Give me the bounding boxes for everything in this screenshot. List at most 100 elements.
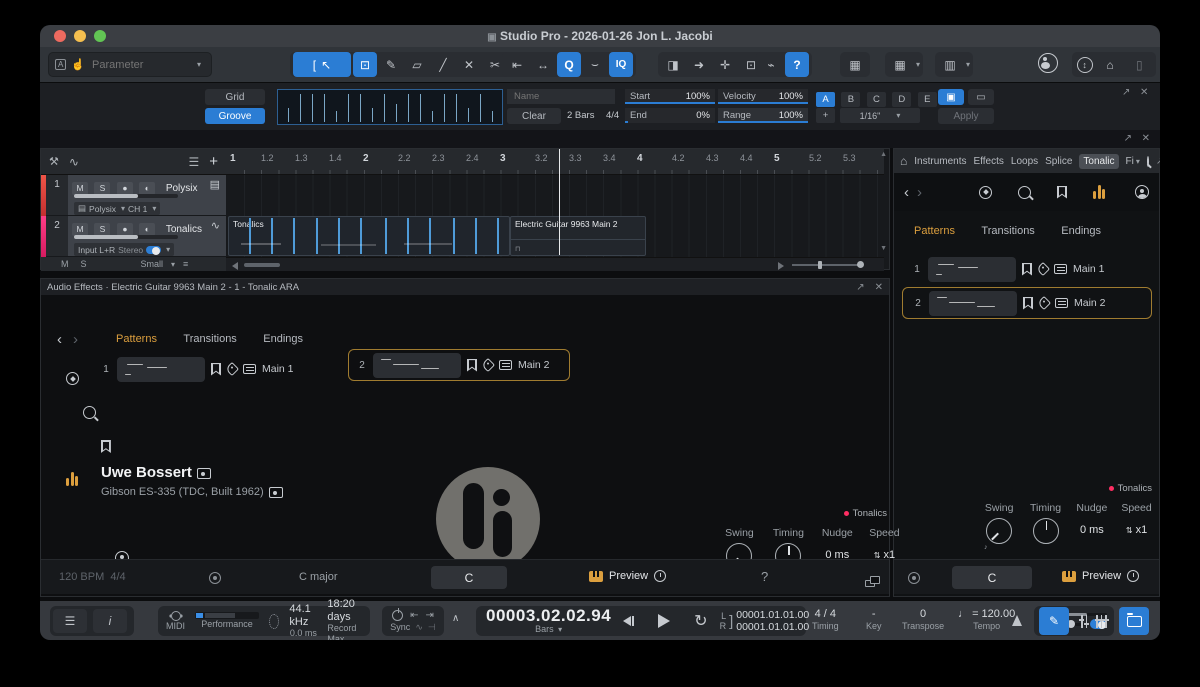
tab-files[interactable]: Fi▾ — [1126, 156, 1140, 167]
bookmark-icon[interactable] — [1022, 263, 1032, 276]
arrow-tool-button[interactable]: [ ↖ — [293, 52, 351, 77]
slot-d-button[interactable]: D — [892, 92, 911, 107]
scroll-left-icon[interactable] — [232, 262, 238, 270]
performance-meter[interactable]: Performance — [195, 612, 259, 629]
groove-param-range[interactable]: Range100% — [718, 108, 808, 123]
hub-updown-button[interactable]: ↕ — [1077, 57, 1093, 73]
tag-icon[interactable] — [481, 358, 495, 372]
slot-a-button[interactable]: A — [816, 92, 835, 107]
swing-knob[interactable] — [986, 518, 1012, 544]
zoom-slider-handle[interactable] — [818, 261, 822, 269]
amp-icon[interactable] — [499, 360, 512, 370]
goal-target-icon[interactable] — [209, 572, 221, 584]
marquee-tool-button[interactable]: ⊡ — [353, 52, 377, 77]
bookmark-icon[interactable] — [1057, 186, 1067, 199]
search-icon[interactable] — [83, 406, 96, 419]
tag-icon[interactable] — [225, 362, 239, 376]
add-track-button[interactable]: + — [209, 153, 218, 170]
punch-in-icon[interactable]: ⇤ — [410, 610, 418, 622]
home-icon[interactable]: ⌂ — [900, 154, 907, 168]
track-row-polysix[interactable]: 1 M S ● ◐ Polysix ▤ ▤ Polysix▾ CH 1▾ — [41, 175, 226, 216]
key-field[interactable]: -Key — [866, 608, 882, 631]
search-icon[interactable] — [1018, 186, 1031, 199]
chord-button[interactable]: C — [952, 566, 1032, 589]
wrench-icon[interactable]: ⚒ — [49, 155, 59, 168]
nudge-value[interactable]: 0 ms — [1075, 524, 1109, 536]
video-button[interactable]: ▦ — [843, 52, 867, 77]
track-io-row[interactable]: Input L+R Stereo ▾ — [74, 243, 174, 256]
scroll-down-icon[interactable]: ▼ — [880, 245, 887, 252]
tab-effects[interactable]: Effects — [974, 156, 1004, 167]
expand-panel-icon[interactable]: ↗ — [1124, 133, 1132, 144]
transpose-field[interactable]: 0Transpose — [902, 608, 944, 631]
tab-instruments[interactable]: Instruments — [914, 156, 966, 167]
tab-patterns[interactable]: Patterns — [116, 333, 157, 345]
horizontal-scrollbar[interactable] — [226, 257, 884, 271]
chord-button[interactable]: C — [431, 566, 507, 589]
expand-panel-icon[interactable]: ↗ — [1122, 87, 1130, 98]
clip-electric-guitar[interactable]: Electric Guitar 9963 Main 2 ⊓ — [510, 216, 646, 256]
apply-button[interactable]: Apply — [938, 108, 994, 124]
record-arm-button[interactable]: ● — [117, 182, 133, 195]
chevron-down-icon[interactable]: ▾ — [197, 60, 201, 69]
close-panel-icon[interactable]: ✕ — [1140, 87, 1148, 98]
forward-button[interactable]: › — [73, 331, 78, 348]
tab-transitions[interactable]: Transitions — [183, 333, 236, 345]
tonalic-logo-icon[interactable] — [66, 472, 78, 486]
fill-mode-button[interactable]: ▣ — [938, 89, 964, 105]
pattern-thumbnail[interactable] — [117, 357, 205, 382]
chevron-down-icon[interactable]: ▾ — [916, 60, 920, 69]
help-button[interactable]: ? — [761, 569, 768, 584]
groove-param-start[interactable]: Start100% — [625, 89, 715, 104]
punch-out-icon[interactable]: ⇥ — [426, 610, 434, 622]
scroll-up-icon[interactable]: ▲ — [880, 151, 887, 158]
artist-photo-icon[interactable] — [197, 468, 211, 479]
pattern-row-main1[interactable]: 1 Main 1 — [101, 353, 331, 385]
amp-icon[interactable] — [1054, 264, 1067, 274]
loop-locators[interactable]: L R ] 00001.01.01.00 00001.01.01.00 — [720, 609, 810, 633]
scroll-thumb[interactable] — [244, 263, 280, 267]
pattern-thumbnail[interactable] — [373, 353, 461, 378]
track-row-tonalics[interactable]: 2 M S ● ◐ Tonalics ∿ Input L+R Stereo ▾ — [41, 216, 226, 257]
bookmark-icon[interactable] — [467, 359, 477, 372]
browser-folder-button[interactable] — [1119, 607, 1149, 635]
timing-knob[interactable] — [1033, 518, 1059, 544]
pattern-thumbnail[interactable] — [928, 257, 1016, 282]
track-list-icon[interactable]: ☰ — [188, 155, 199, 169]
expand-panel-icon[interactable]: ↗ — [1156, 156, 1160, 167]
automation-icon[interactable]: ∿ — [69, 155, 79, 169]
return-to-start-button[interactable] — [623, 616, 634, 626]
tab-loops[interactable]: Loops — [1011, 156, 1038, 167]
mute-button[interactable]: M — [72, 182, 88, 195]
autoscroll-button[interactable]: ➜ — [687, 52, 711, 77]
tag-icon[interactable] — [1037, 296, 1051, 310]
track-name[interactable]: Polysix — [166, 183, 198, 194]
track-size-dropdown[interactable]: Small — [141, 259, 164, 269]
input-quantize-button[interactable]: IQ — [609, 52, 633, 77]
tab-endings[interactable]: Endings — [1061, 225, 1101, 237]
play-button[interactable] — [658, 614, 670, 628]
search-icon[interactable] — [1147, 156, 1149, 167]
tab-endings[interactable]: Endings — [263, 333, 303, 345]
account-icon[interactable] — [1135, 185, 1149, 199]
hamburger-menu-button[interactable]: ☰ — [53, 609, 87, 633]
grid-mode-button[interactable]: Grid — [205, 89, 265, 105]
groove-clear-button[interactable]: Clear — [507, 108, 561, 124]
paint-tool-button[interactable]: ╱ — [431, 52, 455, 77]
account-button[interactable] — [1038, 53, 1058, 78]
clip-tonalics[interactable]: Tonalics — [228, 216, 510, 256]
page-button[interactable]: ▯ — [1127, 52, 1151, 77]
capsule-mode-button[interactable]: ▭ — [968, 89, 994, 105]
tab-patterns[interactable]: Patterns — [914, 225, 955, 237]
tab-tonalic[interactable]: Tonalic — [1079, 154, 1118, 169]
lane-tonalics[interactable]: Tonalics Electric Guitar 9963 Main 2 ⊓ — [226, 216, 884, 257]
edit-pencil-button[interactable]: ✎ — [1039, 607, 1069, 635]
explore-compass-icon[interactable] — [66, 372, 79, 385]
preview-button[interactable]: Preview — [1062, 570, 1139, 582]
groove-param-end[interactable]: End0% — [625, 108, 715, 123]
timeline-ruler[interactable]: 1 1.2 1.3 1.4 2 2.2 2.3 2.4 3 3.2 3.3 3.… — [226, 149, 884, 175]
tab-transitions[interactable]: Transitions — [981, 225, 1034, 237]
groove-name-field[interactable] — [507, 89, 615, 104]
pattern-row-main1[interactable]: 1 Main 1 — [912, 253, 1142, 285]
timestretch-icon-button[interactable]: ↔ — [531, 52, 555, 77]
